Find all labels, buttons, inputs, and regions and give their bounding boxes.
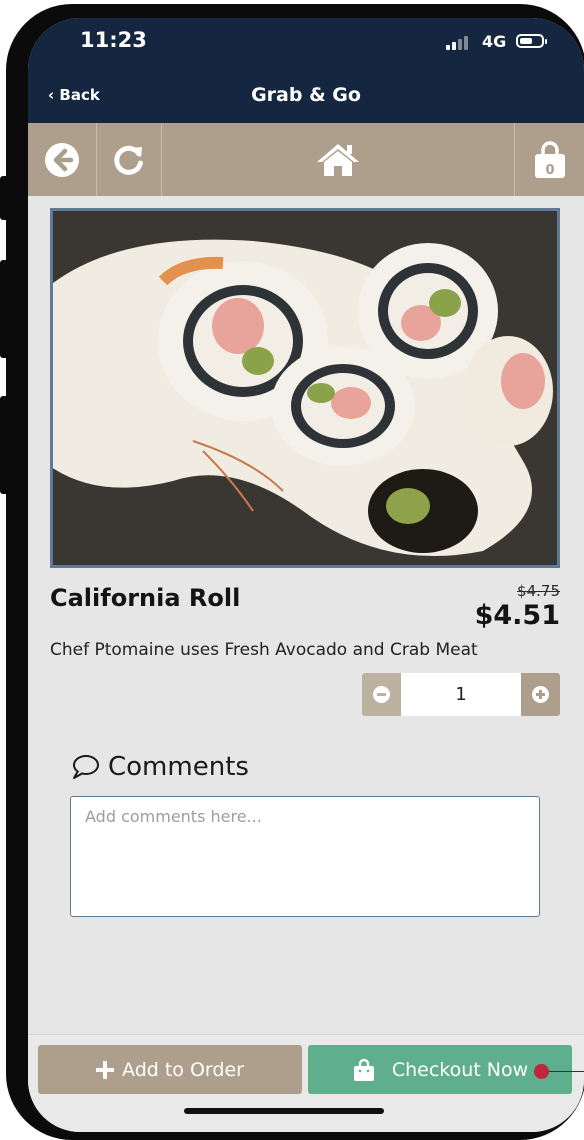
cart-count: 0: [545, 163, 554, 178]
comment-icon: [73, 755, 99, 779]
nav-bar: ‹ Back Grab & Go: [28, 70, 584, 123]
original-price: $4.75: [517, 582, 560, 600]
phone-frame: 11:23 4G ‹ Back Grab & Go 0 California R…: [0, 4, 584, 1140]
add-to-order-label: Add to Order: [122, 1058, 244, 1081]
quantity-stepper: 1: [362, 673, 560, 716]
back-arrow-button[interactable]: [28, 123, 96, 196]
increase-quantity-button[interactable]: [521, 673, 560, 716]
home-icon: [317, 143, 359, 176]
volume-up-button: [0, 260, 10, 358]
bottom-action-bar: Add to Order Checkout Now: [28, 1034, 584, 1132]
checkout-now-button[interactable]: Checkout Now: [308, 1045, 572, 1094]
product-description: Chef Ptomaine uses Fresh Avocado and Cra…: [50, 640, 478, 660]
status-time: 11:23: [80, 28, 147, 52]
screen: 11:23 4G ‹ Back Grab & Go 0 California R…: [28, 18, 584, 1132]
annotation-marker: [534, 1064, 549, 1079]
comments-heading: Comments: [70, 752, 249, 782]
battery-icon: [516, 34, 547, 48]
comments-label: Comments: [108, 752, 249, 782]
add-to-order-button[interactable]: Add to Order: [38, 1045, 302, 1094]
toolbar: 0: [28, 123, 584, 196]
shopping-bag-icon: [353, 1058, 374, 1081]
product-content: California Roll $4.75 $4.51 Chef Ptomain…: [28, 196, 584, 1034]
volume-down-button: [0, 396, 10, 494]
annotation-line: [549, 1071, 584, 1072]
cart-button[interactable]: 0: [515, 123, 584, 196]
plus-icon: [96, 1060, 115, 1079]
network-label: 4G: [482, 32, 507, 51]
comments-field[interactable]: [70, 796, 540, 917]
home-button[interactable]: [162, 123, 514, 196]
status-bar: 11:23 4G: [28, 18, 584, 70]
refresh-button[interactable]: [97, 123, 161, 196]
sale-price: $4.51: [474, 600, 560, 631]
plus-circle-icon: [532, 686, 549, 703]
decrease-quantity-button[interactable]: [362, 673, 401, 716]
checkout-label: Checkout Now: [391, 1058, 529, 1081]
product-title: California Roll: [50, 584, 241, 612]
refresh-icon: [114, 145, 143, 175]
minus-circle-icon: [373, 686, 390, 703]
arrow-left-circle-icon: [45, 142, 79, 177]
shopping-bag-icon: 0: [534, 140, 565, 178]
product-image: [50, 208, 560, 568]
home-indicator: [184, 1108, 384, 1114]
mute-switch: [0, 176, 10, 220]
page-title: Grab & Go: [251, 84, 361, 106]
quantity-value[interactable]: 1: [401, 673, 521, 716]
signal-icon: [446, 36, 468, 50]
